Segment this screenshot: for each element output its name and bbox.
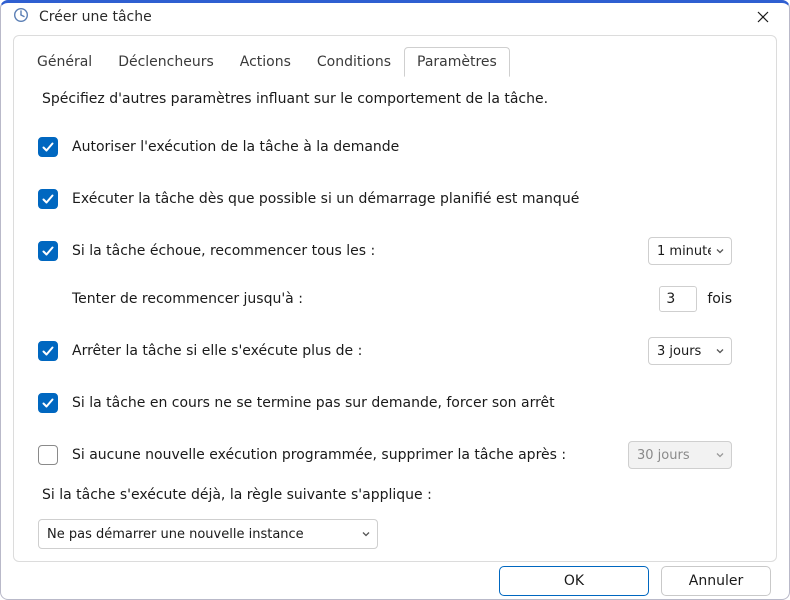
select-stop-duration-value: 3 jours [657,344,711,359]
checkbox-restart-if-fail[interactable] [38,241,58,261]
label-restart-if-fail: Si la tâche échoue, recommencer tous les… [72,243,375,259]
window-title: Créer une tâche [39,9,741,25]
row-delete-if-no-schedule: Si aucune nouvelle exécution programmée,… [38,441,752,469]
checkbox-run-asap[interactable] [38,189,58,209]
dialog-footer: OK Annuler [1,562,789,599]
cancel-button[interactable]: Annuler [661,566,771,596]
label-force-stop: Si la tâche en cours ne se termine pas s… [72,395,555,411]
checkbox-delete-if-no-schedule[interactable] [38,445,58,465]
tabstrip: Général Déclencheurs Actions Conditions … [14,36,776,77]
label-stop-if-longer: Arrêter la tâche si elle s'exécute plus … [72,343,362,359]
retry-count-value: 3 [666,291,675,307]
select-delete-after: 30 jours [628,441,732,469]
tab-general[interactable]: Général [24,47,105,77]
select-rule[interactable]: Ne pas démarrer une nouvelle instance [38,519,378,549]
chevron-down-icon [715,346,725,356]
app-icon [13,7,29,27]
label-allow-on-demand: Autoriser l'exécution de la tâche à la d… [72,139,399,155]
row-run-asap: Exécuter la tâche dès que possible si un… [38,185,752,213]
tab-settings[interactable]: Paramètres [404,47,510,77]
select-restart-interval-value: 1 minute [657,244,711,259]
label-retry-unit: fois [707,291,732,307]
select-delete-after-value: 30 jours [637,448,711,463]
content-frame: Général Déclencheurs Actions Conditions … [13,35,777,562]
row-allow-on-demand: Autoriser l'exécution de la tâche à la d… [38,133,752,161]
row-force-stop: Si la tâche en cours ne se termine pas s… [38,389,752,417]
chevron-down-icon [715,246,725,256]
select-restart-interval[interactable]: 1 minute [648,237,732,265]
chevron-down-icon [715,450,725,460]
checkbox-stop-if-longer[interactable] [38,341,58,361]
select-rule-value: Ne pas démarrer une nouvelle instance [47,527,357,542]
row-stop-if-longer: Arrêter la tâche si elle s'exécute plus … [38,337,752,365]
settings-panel: Spécifiez d'autres paramètres influant s… [14,77,776,561]
tab-conditions[interactable]: Conditions [304,47,404,77]
ok-button[interactable]: OK [499,566,649,596]
checkbox-allow-on-demand[interactable] [38,137,58,157]
label-retry-up-to: Tenter de recommencer jusqu'à : [72,291,303,307]
select-stop-duration[interactable]: 3 jours [648,337,732,365]
row-restart-if-fail: Si la tâche échoue, recommencer tous les… [38,237,752,265]
chevron-down-icon [361,529,371,539]
label-rule: Si la tâche s'exécute déjà, la règle sui… [42,487,752,503]
dialog-window: Créer une tâche Général Déclencheurs Act… [0,0,790,600]
input-retry-count[interactable]: 3 [659,286,697,312]
label-delete-if-no-schedule: Si aucune nouvelle exécution programmée,… [72,447,566,463]
tab-triggers[interactable]: Déclencheurs [105,47,227,77]
panel-intro: Spécifiez d'autres paramètres influant s… [42,91,752,107]
label-run-asap: Exécuter la tâche dès que possible si un… [72,191,579,207]
tab-actions[interactable]: Actions [227,47,304,77]
checkbox-force-stop[interactable] [38,393,58,413]
row-retry-up-to: Tenter de recommencer jusqu'à : 3 fois [38,285,752,313]
titlebar: Créer une tâche [1,3,789,31]
close-button[interactable] [749,3,777,31]
